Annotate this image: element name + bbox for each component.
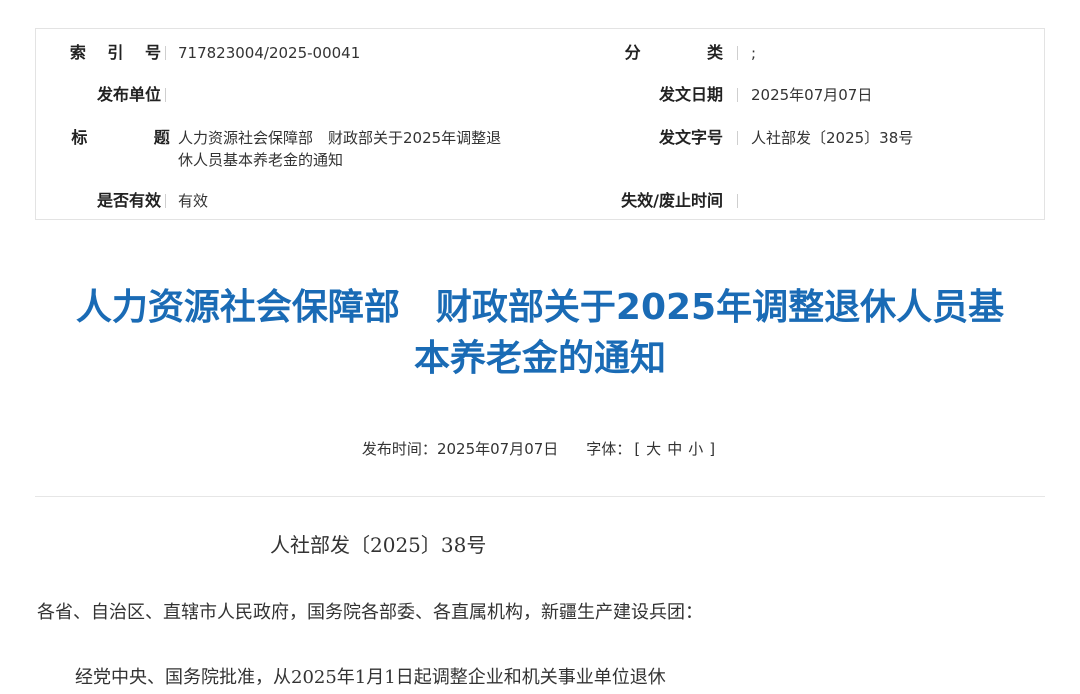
meta-row-publisher: 发布单位 发文日期 2025年07月07日	[36, 83, 1044, 107]
bracket-open: [	[634, 440, 641, 458]
doc-no-value: 人社部发〔2025〕38号	[751, 129, 914, 147]
expiry-label: 失效/废止时间	[621, 191, 723, 210]
meta-row-index: 索 引 号 717823004/2025-00041 分 类 ;	[36, 41, 1044, 65]
category-label: 分 类	[624, 43, 754, 62]
separator	[165, 46, 166, 60]
index-label: 索 引 号	[69, 43, 169, 62]
separator	[737, 131, 738, 145]
body-paragraph: 经党中央、国务院批准，从2025年1月1日起调整企业和机关事业单位退休	[75, 667, 666, 688]
font-size-controls: [ 大中小]	[631, 440, 718, 458]
publisher-label: 发布单位	[96, 85, 161, 104]
font-large-link[interactable]: 大	[646, 440, 661, 458]
title-value: 人力资源社会保障部 财政部关于2025年调整退休人员基本养老金的通知	[178, 129, 502, 169]
metadata-table: 索 引 号 717823004/2025-00041 分 类 ; 发布单位 发文…	[35, 28, 1045, 220]
meta-row-validity: 是否有效 有效 失效/废止时间	[36, 189, 1044, 213]
meta-row-title: 标 题 人力资源社会保障部 财政部关于2025年调整退休人员基本养老金的通知 发…	[36, 126, 1044, 169]
addressee-paragraph: 各省、自治区、直辖市人民政府，国务院各部委、各直属机构，新疆生产建设兵团：	[37, 602, 703, 623]
publish-info: 发布时间：2025年07月07日 字体：[ 大中小]	[0, 438, 1080, 460]
font-size-label: 字体：	[586, 440, 632, 458]
title-label: 标 题	[71, 128, 201, 147]
title-line-1: 人力资源社会保障部 财政部关于2025年调整退休人员基	[75, 287, 1005, 328]
valid-value: 有效	[178, 192, 209, 210]
separator	[737, 88, 738, 102]
font-medium-link[interactable]: 中	[667, 440, 682, 458]
issue-date-value: 2025年07月07日	[751, 86, 873, 104]
publish-time-value: 2025年07月07日	[436, 440, 559, 458]
category-value: ;	[751, 44, 757, 62]
doc-no-label: 发文字号	[658, 128, 723, 147]
separator	[165, 88, 166, 102]
separator	[165, 131, 166, 145]
separator	[737, 194, 738, 208]
font-small-link[interactable]: 小	[688, 440, 703, 458]
document-number: 人社部发〔2025〕38号	[270, 533, 487, 557]
title-line-2: 本养老金的通知	[413, 338, 666, 379]
bracket-close: ]	[709, 440, 716, 458]
separator	[165, 194, 166, 208]
issue-date-label: 发文日期	[658, 85, 723, 104]
separator	[737, 46, 738, 60]
page-title: 人力资源社会保障部 财政部关于2025年调整退休人员基 本养老金的通知	[40, 282, 1040, 384]
valid-label: 是否有效	[96, 191, 161, 210]
divider	[35, 496, 1045, 497]
publish-time-label: 发布时间：	[361, 440, 437, 458]
index-value: 717823004/2025-00041	[178, 44, 361, 62]
